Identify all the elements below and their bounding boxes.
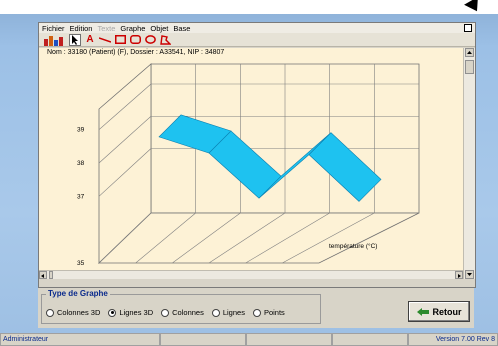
chart-area: 3537383920/05/0403/09/0401/07/0501/07/05… [39, 58, 463, 279]
rectangle-tool-icon[interactable] [115, 34, 126, 46]
radio-colonnes[interactable]: Colonnes [161, 308, 204, 317]
radio-colonnes-3d[interactable]: Colonnes 3D [46, 308, 100, 317]
menu-base[interactable]: Base [173, 24, 190, 33]
retour-button[interactable]: Retour [408, 301, 470, 322]
status-cell-empty [332, 333, 408, 346]
floor-plane [98, 212, 420, 264]
vertical-scroll-thumb[interactable] [465, 60, 474, 74]
drawing-toolbar: A [39, 33, 475, 47]
menu-fichier[interactable]: Fichier [42, 24, 65, 33]
menu-graphe[interactable]: Graphe [120, 24, 145, 33]
radio-label: Lignes 3D [119, 308, 154, 317]
radio-label: Points [263, 308, 285, 317]
radio-label: Colonnes [172, 308, 204, 317]
y-tick-label: 35 [77, 260, 85, 267]
rounded-rectangle-tool-icon[interactable] [130, 34, 141, 46]
radio-button[interactable] [46, 308, 54, 317]
polygon-tool-icon[interactable] [160, 34, 171, 46]
pointer-icon[interactable] [69, 33, 81, 46]
radio-label: Colonnes 3D [57, 308, 101, 317]
series-label: température (°C) [329, 242, 377, 250]
graph-type-radio-group: Colonnes 3D Lignes 3D Colonnes Lignes Po… [46, 308, 285, 317]
radio-lignes[interactable]: Lignes [211, 308, 245, 317]
text-tool-icon[interactable]: A [85, 34, 95, 46]
y-tick-label: 38 [77, 160, 85, 167]
patient-info: Nom : 33180 (Patient) (F), Dossier : A33… [39, 48, 463, 58]
scroll-down-button[interactable] [465, 270, 474, 279]
radio-lignes-3d[interactable]: Lignes 3D [108, 308, 153, 317]
menu-bar: Fichier Edition Texte Graphe Objet Base [39, 23, 475, 33]
scroll-right-button[interactable] [455, 271, 463, 279]
status-cell-empty [160, 333, 246, 346]
status-user: Administrateur [0, 333, 160, 346]
back-arrow-icon [416, 307, 429, 316]
bottom-panel: Type de Graphe Colonnes 3D Lignes 3D Col… [38, 288, 474, 328]
graph-type-title: Type de Graphe [46, 289, 110, 298]
line-tool-icon[interactable] [99, 34, 111, 46]
scroll-left-button[interactable] [39, 271, 47, 279]
radio-label: Lignes [222, 308, 245, 317]
restore-window-button[interactable] [464, 24, 472, 32]
vertical-scrollbar[interactable] [463, 48, 475, 279]
y-tick-label: 39 [77, 127, 85, 134]
status-cell-empty [246, 333, 332, 346]
horizontal-scroll-thumb[interactable] [49, 271, 53, 279]
horizontal-scrollbar[interactable] [39, 270, 463, 279]
chart-type-icon[interactable] [43, 34, 65, 46]
radio-button[interactable] [252, 308, 261, 317]
radio-button[interactable] [161, 308, 170, 317]
graph-type-group: Type de Graphe Colonnes 3D Lignes 3D Col… [41, 289, 321, 324]
scroll-up-button[interactable] [465, 48, 474, 57]
menu-objet[interactable]: Objet [150, 24, 168, 33]
line-3d-chart: 3537383920/05/0403/09/0401/07/0501/07/05… [77, 63, 420, 279]
retour-label: Retour [432, 306, 462, 317]
menu-texte: Texte [97, 23, 116, 33]
status-bar: Administrateur Version 7.00 Rev 8 [0, 333, 498, 346]
status-version: Version 7.00 Rev 8 [408, 333, 498, 346]
graph-window: Fichier Edition Texte Graphe Objet Base … [38, 22, 476, 288]
menu-edition[interactable]: Edition [70, 24, 93, 33]
y-tick-label: 37 [77, 193, 85, 200]
radio-points[interactable]: Points [252, 308, 285, 317]
radio-button-selected[interactable] [108, 308, 117, 317]
radio-button[interactable] [211, 308, 220, 317]
cursor-arrow-icon [464, 0, 484, 16]
ellipse-tool-icon[interactable] [145, 34, 156, 46]
